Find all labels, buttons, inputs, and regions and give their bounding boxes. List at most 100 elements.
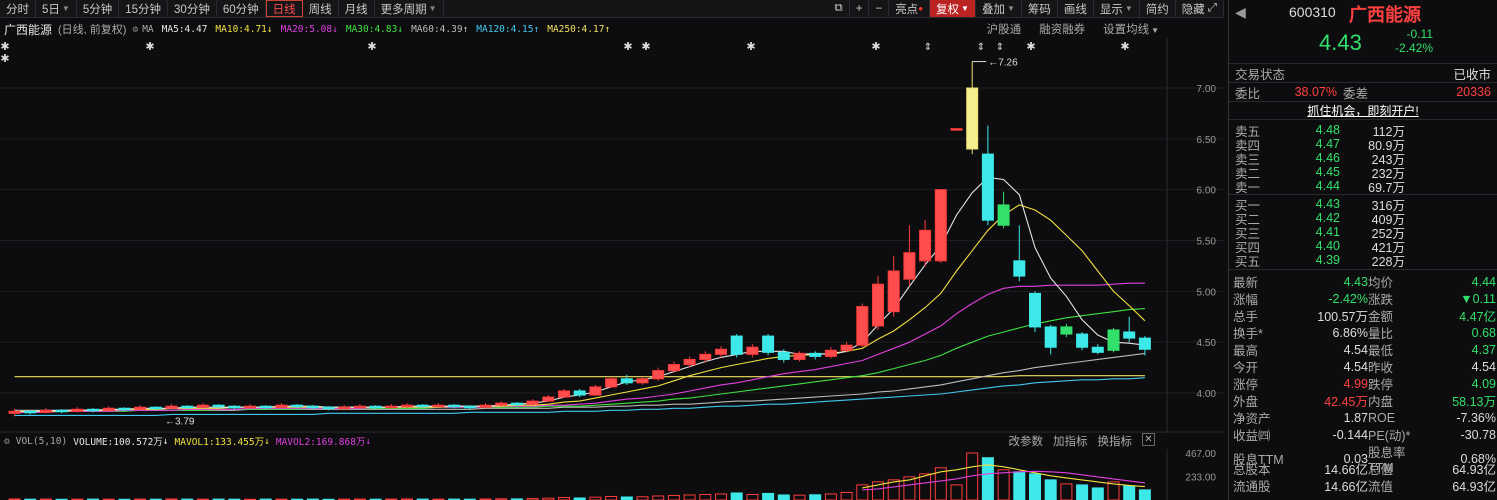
candle-body xyxy=(872,283,884,327)
candle-body xyxy=(746,346,759,355)
period-tab-weekly[interactable]: 周线 xyxy=(303,0,339,17)
overlay-button[interactable]: 叠加 ▼ xyxy=(976,0,1022,17)
event-star-icon: ✱ xyxy=(871,41,880,53)
stat-value: 4.37 xyxy=(1471,342,1496,357)
highlight-button[interactable]: 亮点 ● xyxy=(889,0,931,17)
ask-row[interactable]: 卖一 4.44 69.7万 xyxy=(1229,179,1497,195)
trade-state-value: 已收市 xyxy=(1453,67,1491,82)
switch-indicator-button[interactable]: 换指标 xyxy=(1098,433,1133,449)
candle-body xyxy=(950,128,963,131)
expand-icon: ⤢ xyxy=(1207,2,1217,14)
adjust-button[interactable]: 复权 ▼ xyxy=(930,0,976,17)
candle-body xyxy=(903,252,916,280)
arrow-down-icon: ↓ xyxy=(365,435,372,447)
stat-value: ▼0.11 xyxy=(1460,291,1496,306)
candle-body xyxy=(259,405,272,409)
candle-body xyxy=(149,406,162,410)
volume-bar xyxy=(824,493,837,500)
stat-label: 流值 xyxy=(1368,480,1394,494)
open-account-link[interactable]: 抓住机会，即刻开户! xyxy=(1229,102,1497,120)
candle-body xyxy=(353,405,366,409)
bid-price: 4.42 xyxy=(1315,211,1340,225)
ask-volume: 69.7万 xyxy=(1368,180,1405,195)
candle-body xyxy=(463,405,476,409)
bid-row[interactable]: 买五 4.39 228万 xyxy=(1229,253,1497,269)
candle-body xyxy=(1013,260,1026,277)
period-tab-fenshi[interactable]: 分时 xyxy=(0,0,36,17)
draw-line-button[interactable]: 画线 xyxy=(1058,0,1094,17)
volume-bar xyxy=(981,457,994,500)
period-tab-5min[interactable]: 5分钟 xyxy=(77,0,120,17)
more-periods-dropdown[interactable]: 更多周期 ▼ xyxy=(375,0,444,17)
stat-value: 42.45万 xyxy=(1324,395,1368,409)
stat-row: 外盘 42.45万 内盘 58.13万 xyxy=(1229,391,1497,409)
stat-value: 4.54 xyxy=(1343,359,1368,374)
volume-bar xyxy=(699,493,712,500)
ma60-value: MA60:4.39 xyxy=(411,23,463,35)
vol-label: VOL(5,10) xyxy=(15,435,68,447)
candle-body xyxy=(495,402,508,406)
close-icon[interactable]: ✕ xyxy=(1142,433,1155,446)
add-indicator-button[interactable]: 加指标 xyxy=(1053,433,1088,449)
volume-bar xyxy=(950,484,963,500)
hk-connect-link[interactable]: 沪股通 xyxy=(987,21,1022,37)
candle-body xyxy=(526,400,539,405)
candle-body xyxy=(824,349,837,357)
candle-body xyxy=(683,358,696,366)
arrow-down-icon: ↓ xyxy=(264,435,270,447)
candle-body xyxy=(1138,337,1151,350)
stat-value: -30.78 xyxy=(1460,427,1496,442)
display-button[interactable]: 显示 ▼ xyxy=(1094,0,1140,17)
ma5-value: MA5:4.47 xyxy=(161,23,208,35)
chips-button[interactable]: 筹码 xyxy=(1022,0,1058,17)
event-star-icon: ✱ xyxy=(145,41,154,53)
weibi-value: 38.07% xyxy=(1294,85,1337,99)
red-dot-icon: ● xyxy=(918,4,924,13)
margin-trading-link[interactable]: 融资融券 xyxy=(1039,21,1085,37)
y-tick-label: 4.00 xyxy=(1197,389,1217,400)
volume-bar xyxy=(997,469,1010,500)
kline-chart[interactable]: 7.006.506.005.505.004.504.00✱ ✱ ✱ ✱ ✱ ✱ ✱ ✱ ✱✱⇕ ⇕… xyxy=(0,38,1224,433)
candle-body xyxy=(1029,292,1041,328)
settings-icon[interactable]: ⚙ xyxy=(132,24,138,35)
candle-body xyxy=(777,351,790,360)
candle-body xyxy=(432,404,445,408)
stat-value: 100.57万 xyxy=(1317,310,1368,324)
event-star-icon: ✱ xyxy=(1120,41,1129,53)
zoom-out-icon[interactable]: − xyxy=(869,0,890,17)
volume-bar xyxy=(730,492,743,500)
period-tab-15min[interactable]: 15分钟 xyxy=(119,0,169,17)
candle-body xyxy=(981,153,994,221)
volume-chart[interactable]: 467.00 233.00 xyxy=(0,449,1224,500)
window-icon[interactable]: ⧉ xyxy=(829,0,850,17)
candle-body xyxy=(510,402,523,406)
period-tab-monthly[interactable]: 月线 xyxy=(339,0,375,17)
stat-row: 总手 100.57万 金额 4.47亿 xyxy=(1229,306,1497,324)
candle-body xyxy=(1076,333,1089,348)
change-params-button[interactable]: 改参数 xyxy=(1009,433,1044,449)
simple-button[interactable]: 简约 xyxy=(1140,0,1176,17)
price-change-pct: -2.42% xyxy=(1394,41,1433,55)
high-price-label: ←7.26 xyxy=(988,58,1018,69)
hide-button[interactable]: 隐藏 ⤢ xyxy=(1176,0,1224,17)
volume-indicator-row: ⚙ VOL(5,10) VOLUME:100.572万 ↓ MAVOL1:133.… xyxy=(0,433,1165,449)
period-tab-label: 5日 xyxy=(42,3,60,16)
y-tick-label: 4.50 xyxy=(1197,338,1217,349)
candle-body xyxy=(636,378,649,384)
ma250-value: MA250:4.17 xyxy=(547,23,605,35)
period-tab-daily[interactable]: 日线 xyxy=(265,0,303,17)
candle-body xyxy=(573,390,586,396)
candle-body xyxy=(667,364,680,372)
period-tab-30min[interactable]: 30分钟 xyxy=(168,0,217,17)
ma-settings-button[interactable]: 设置均线 ▼ xyxy=(1103,21,1159,37)
stat-value: 6.86% xyxy=(1332,325,1368,340)
volume-bar xyxy=(1029,473,1041,500)
candle-body xyxy=(715,348,727,355)
period-tab-60min[interactable]: 60分钟 xyxy=(217,0,266,17)
collapse-arrow-icon[interactable]: ◀ xyxy=(1235,4,1246,21)
zoom-in-icon[interactable]: + xyxy=(850,0,870,17)
candle-body xyxy=(401,404,413,408)
settings-icon[interactable]: ⚙ xyxy=(4,436,10,447)
volume-bar xyxy=(840,491,853,500)
period-tab-5day[interactable]: 5日 ▼ xyxy=(36,0,77,17)
